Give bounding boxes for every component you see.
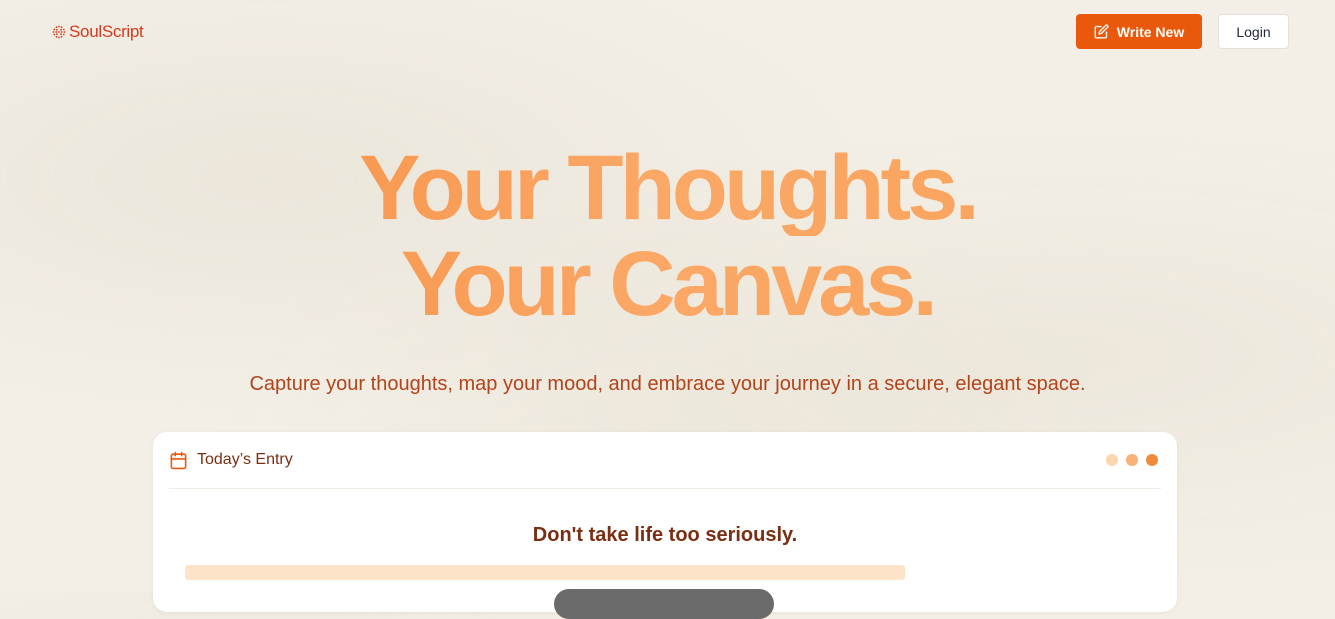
- entry-quote: Don't take life too seriously.: [532, 524, 798, 546]
- calendar-icon: [170, 451, 187, 470]
- placeholder-bar: [185, 565, 905, 580]
- write-new-button[interactable]: Write New: [1076, 14, 1202, 49]
- entry-card-title: Today’s Entry: [197, 451, 293, 468]
- dot-3: [1146, 454, 1158, 466]
- bottom-pill[interactable]: [554, 589, 774, 619]
- dot-1: [1106, 454, 1118, 466]
- logo-text: SoulScript: [69, 22, 144, 41]
- hero-title: Your Thoughts. Your Canvas.: [0, 140, 1335, 332]
- hero-subtitle: Capture your thoughts, map your mood, an…: [249, 373, 1086, 395]
- logo[interactable]: SoulScript: [52, 22, 144, 42]
- hero-title-line-2: Your Canvas.: [0, 236, 1335, 332]
- write-new-label: Write New: [1116, 23, 1185, 40]
- edit-icon: [1094, 24, 1109, 39]
- entry-card-header: Today’s Entry: [169, 450, 1161, 489]
- window-dots: [1106, 454, 1158, 466]
- login-button[interactable]: Login: [1218, 14, 1289, 49]
- hero-title-line-1: Your Thoughts.: [0, 140, 1335, 236]
- entry-card: Today’s Entry Don't take life too seriou…: [153, 432, 1177, 619]
- dot-2: [1126, 454, 1138, 466]
- dotted-circle-icon: [52, 25, 66, 39]
